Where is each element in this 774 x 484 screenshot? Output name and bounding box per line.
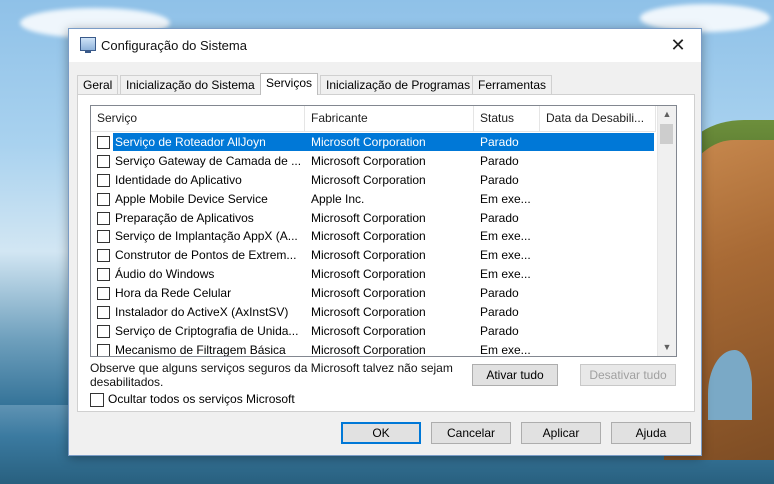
list-header: Serviço Fabricante Status Data da Desabi… <box>91 106 656 132</box>
service-status: Parado <box>480 305 519 320</box>
service-status: Em exe... <box>480 248 531 263</box>
service-manufacturer: Microsoft Corporation <box>311 172 426 187</box>
service-row[interactable]: Construtor de Pontos de Extrem... Microso… <box>91 246 656 265</box>
service-name: Mecanismo de Filtragem Básica <box>115 342 286 357</box>
service-manufacturer: Microsoft Corporation <box>311 267 426 282</box>
services-list: Serviço Fabricante Status Data da Desabi… <box>90 105 677 357</box>
system-configuration-dialog: Configuração do Sistema ✕ Geral Iniciali… <box>68 28 702 456</box>
service-status: Em exe... <box>480 229 531 244</box>
service-rows: Serviço de Roteador AllJoyn Microsoft Cor… <box>91 133 656 357</box>
title-bar[interactable]: Configuração do Sistema ✕ <box>69 29 701 62</box>
service-manufacturer: Microsoft Corporation <box>311 342 426 357</box>
service-status: Parado <box>480 153 519 168</box>
service-manufacturer: Microsoft Corporation <box>311 323 426 338</box>
service-row[interactable]: Serviço de Implantação AppX (A... Microso… <box>91 227 656 246</box>
window-title: Configuração do Sistema <box>101 38 247 53</box>
service-manufacturer: Microsoft Corporation <box>311 153 426 168</box>
service-row[interactable]: Hora da Rede Celular Microsoft Corporatio… <box>91 284 656 303</box>
apply-button[interactable]: Aplicar <box>521 422 601 444</box>
service-status: Parado <box>480 323 519 338</box>
service-name: Identidade do Aplicativo <box>115 172 242 187</box>
service-name: Hora da Rede Celular <box>115 286 232 301</box>
service-row[interactable]: Instalador do ActiveX (AxInstSV) Microsof… <box>91 303 656 322</box>
services-panel: Serviço Fabricante Status Data da Desabi… <box>77 94 695 412</box>
service-row[interactable]: Apple Mobile Device Service Apple Inc. Em … <box>91 190 656 209</box>
column-header-status[interactable]: Status <box>474 106 540 131</box>
service-status: Parado <box>480 135 519 149</box>
ok-button[interactable]: OK <box>341 422 421 444</box>
service-status: Parado <box>480 286 519 301</box>
service-manufacturer: Microsoft Corporation <box>311 286 426 301</box>
enable-all-button[interactable]: Ativar tudo <box>472 364 558 386</box>
close-button[interactable]: ✕ <box>655 29 701 62</box>
service-checkbox[interactable] <box>97 230 110 244</box>
service-checkbox[interactable] <box>97 268 110 282</box>
service-name: Apple Mobile Device Service <box>115 191 268 206</box>
service-row[interactable]: Serviço de Criptografia de Unida... Micro… <box>91 322 656 341</box>
service-checkbox[interactable] <box>97 192 110 206</box>
column-header-manufacturer[interactable]: Fabricante <box>305 106 474 131</box>
service-checkbox[interactable] <box>97 154 110 168</box>
service-status: Em exe... <box>480 267 531 282</box>
service-row[interactable]: Áudio do Windows Microsoft Corporation Em … <box>91 265 656 284</box>
service-manufacturer: Microsoft Corporation <box>311 305 426 320</box>
msconfig-icon <box>80 37 96 53</box>
service-checkbox[interactable] <box>97 249 110 263</box>
service-checkbox[interactable] <box>97 136 110 149</box>
disable-all-button[interactable]: Desativar tudo <box>580 364 676 386</box>
cancel-button[interactable]: Cancelar <box>431 422 511 444</box>
service-manufacturer: Microsoft Corporation <box>311 135 426 149</box>
service-checkbox[interactable] <box>97 173 110 187</box>
tab-inicializacao-programas[interactable]: Inicialização de Programas <box>320 75 477 94</box>
service-row[interactable]: Serviço Gateway de Camada de ... Microsof… <box>91 152 656 171</box>
service-status: Em exe... <box>480 191 531 206</box>
service-name: Áudio do Windows <box>115 267 215 282</box>
service-name: Serviço de Criptografia de Unida... <box>115 323 299 338</box>
service-name: Serviço de Roteador AllJoyn <box>115 135 266 149</box>
service-checkbox[interactable] <box>97 324 110 338</box>
service-name: Serviço de Implantação AppX (A... <box>115 229 298 244</box>
scroll-up-icon[interactable]: ▲ <box>658 106 676 123</box>
service-row[interactable]: Identidade do Aplicativo Microsoft Corpor… <box>91 171 656 190</box>
service-name: Serviço Gateway de Camada de ... <box>115 153 302 168</box>
scroll-down-icon[interactable]: ▼ <box>658 339 676 356</box>
service-status: Parado <box>480 210 519 225</box>
scroll-thumb[interactable] <box>660 124 673 144</box>
service-name: Instalador do ActiveX (AxInstSV) <box>115 305 289 320</box>
column-header-service[interactable]: Serviço <box>91 106 305 131</box>
service-status: Parado <box>480 172 519 187</box>
hide-microsoft-checkbox[interactable] <box>90 393 104 407</box>
tab-geral[interactable]: Geral <box>77 75 119 94</box>
tab-inicializacao-sistema[interactable]: Inicialização do Sistema <box>120 75 261 94</box>
service-checkbox[interactable] <box>97 211 110 225</box>
service-checkbox[interactable] <box>97 306 110 320</box>
microsoft-services-note: Observe que alguns serviços seguros da M… <box>90 361 453 389</box>
service-name: Construtor de Pontos de Extrem... <box>115 248 297 263</box>
tab-servicos[interactable]: Serviços <box>260 73 319 95</box>
service-row[interactable]: Mecanismo de Filtragem Básica Microsoft C… <box>91 341 656 357</box>
service-row[interactable]: Serviço de Roteador AllJoyn Microsoft Cor… <box>91 133 656 152</box>
service-manufacturer: Microsoft Corporation <box>311 248 426 263</box>
service-manufacturer: Microsoft Corporation <box>311 229 426 244</box>
hide-microsoft-label[interactable]: Ocultar todos os serviços Microsoft <box>108 392 295 406</box>
help-button[interactable]: Ajuda <box>611 422 691 444</box>
service-manufacturer: Microsoft Corporation <box>311 210 426 225</box>
service-checkbox[interactable] <box>97 287 110 301</box>
service-name: Preparação de Aplicativos <box>115 210 254 225</box>
service-row[interactable]: Preparação de Aplicativos Microsoft Corpo… <box>91 209 656 228</box>
service-manufacturer: Apple Inc. <box>311 191 365 206</box>
tab-ferramentas[interactable]: Ferramentas <box>472 75 553 94</box>
service-checkbox[interactable] <box>97 343 110 356</box>
vertical-scrollbar[interactable]: ▲ ▼ <box>657 106 676 356</box>
column-header-disabled-date[interactable]: Data da Desabili... <box>540 106 656 131</box>
service-status: Em exe... <box>480 342 531 357</box>
